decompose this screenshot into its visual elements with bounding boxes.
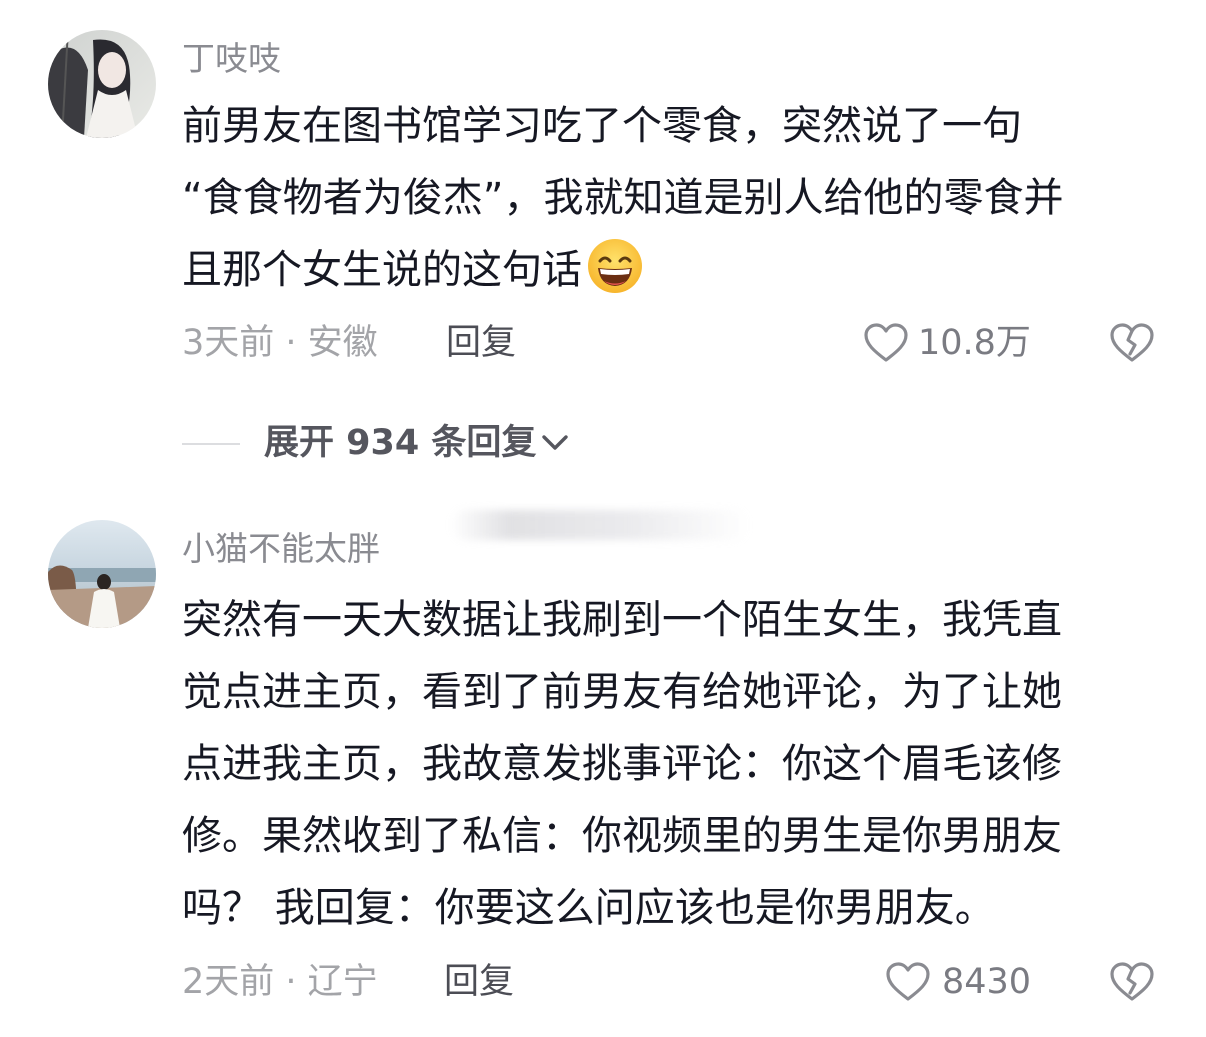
time-location: 2天前 · 辽宁: [182, 962, 378, 1002]
grinning-sweat-emoji-icon: [586, 237, 644, 295]
username[interactable]: 丁吱吱: [182, 32, 281, 80]
comment-line: “食食物者为俊杰”，我就知道是别人给他的零食并: [182, 175, 1064, 221]
avatar[interactable]: [48, 520, 156, 628]
like-count: 8430: [942, 962, 1032, 1002]
comment-line: 点进我主页，我故意发挑事评论：你这个眉毛该修: [182, 741, 1062, 787]
divider-line: [182, 443, 240, 445]
expand-replies-label: 展开 934 条回复: [264, 423, 537, 463]
broken-heart-icon[interactable]: [1108, 319, 1156, 367]
comment-text: 前男友在图书馆学习吃了个零食，突然说了一句 “食食物者为俊杰”，我就知道是别人给…: [182, 90, 1162, 306]
comment-line: 觉点进主页，看到了前男友有给她评论，为了让她: [182, 669, 1062, 715]
blurred-badge: [450, 510, 750, 540]
expand-replies-row: 展开 934 条回复: [182, 418, 682, 468]
chevron-down-icon: [542, 435, 569, 450]
comment-line-last: 且那个女生说的这句话: [182, 234, 1162, 306]
avatar-image-2: [48, 520, 156, 628]
comment-text: 突然有一天大数据让我刷到一个陌生女生，我凭直 觉点进主页，看到了前男友有给她评论…: [182, 584, 1162, 944]
avatar-image-1: [48, 30, 156, 138]
expand-replies-button[interactable]: 展开 934 条回复: [264, 418, 570, 468]
comment-line: 吗？ 我回复：你要这么问应该也是你男朋友。: [182, 885, 995, 931]
comment-meta: 2天前 · 辽宁 回复 8430: [182, 957, 1162, 1007]
comment-line: 突然有一天大数据让我刷到一个陌生女生，我凭直: [182, 597, 1062, 643]
comment-line: 修。果然收到了私信：你视频里的男生是你男朋友: [182, 813, 1062, 859]
heart-outline-icon: [886, 962, 930, 1001]
avatar[interactable]: [48, 30, 156, 138]
heart-outline-icon: [864, 323, 908, 362]
time-location: 3天前 · 安徽: [182, 323, 378, 363]
broken-heart-icon[interactable]: [1108, 958, 1156, 1006]
comment-meta: 3天前 · 安徽 回复 10.8万: [182, 318, 1162, 368]
comment-line: 前男友在图书馆学习吃了个零食，突然说了一句: [182, 103, 1022, 149]
username[interactable]: 小猫不能太胖: [182, 522, 380, 570]
comment-line: 且那个女生说的这句话: [182, 247, 582, 293]
like-count: 10.8万: [918, 323, 1031, 363]
reply-button[interactable]: 回复: [444, 957, 514, 1007]
reply-button[interactable]: 回复: [446, 318, 516, 368]
